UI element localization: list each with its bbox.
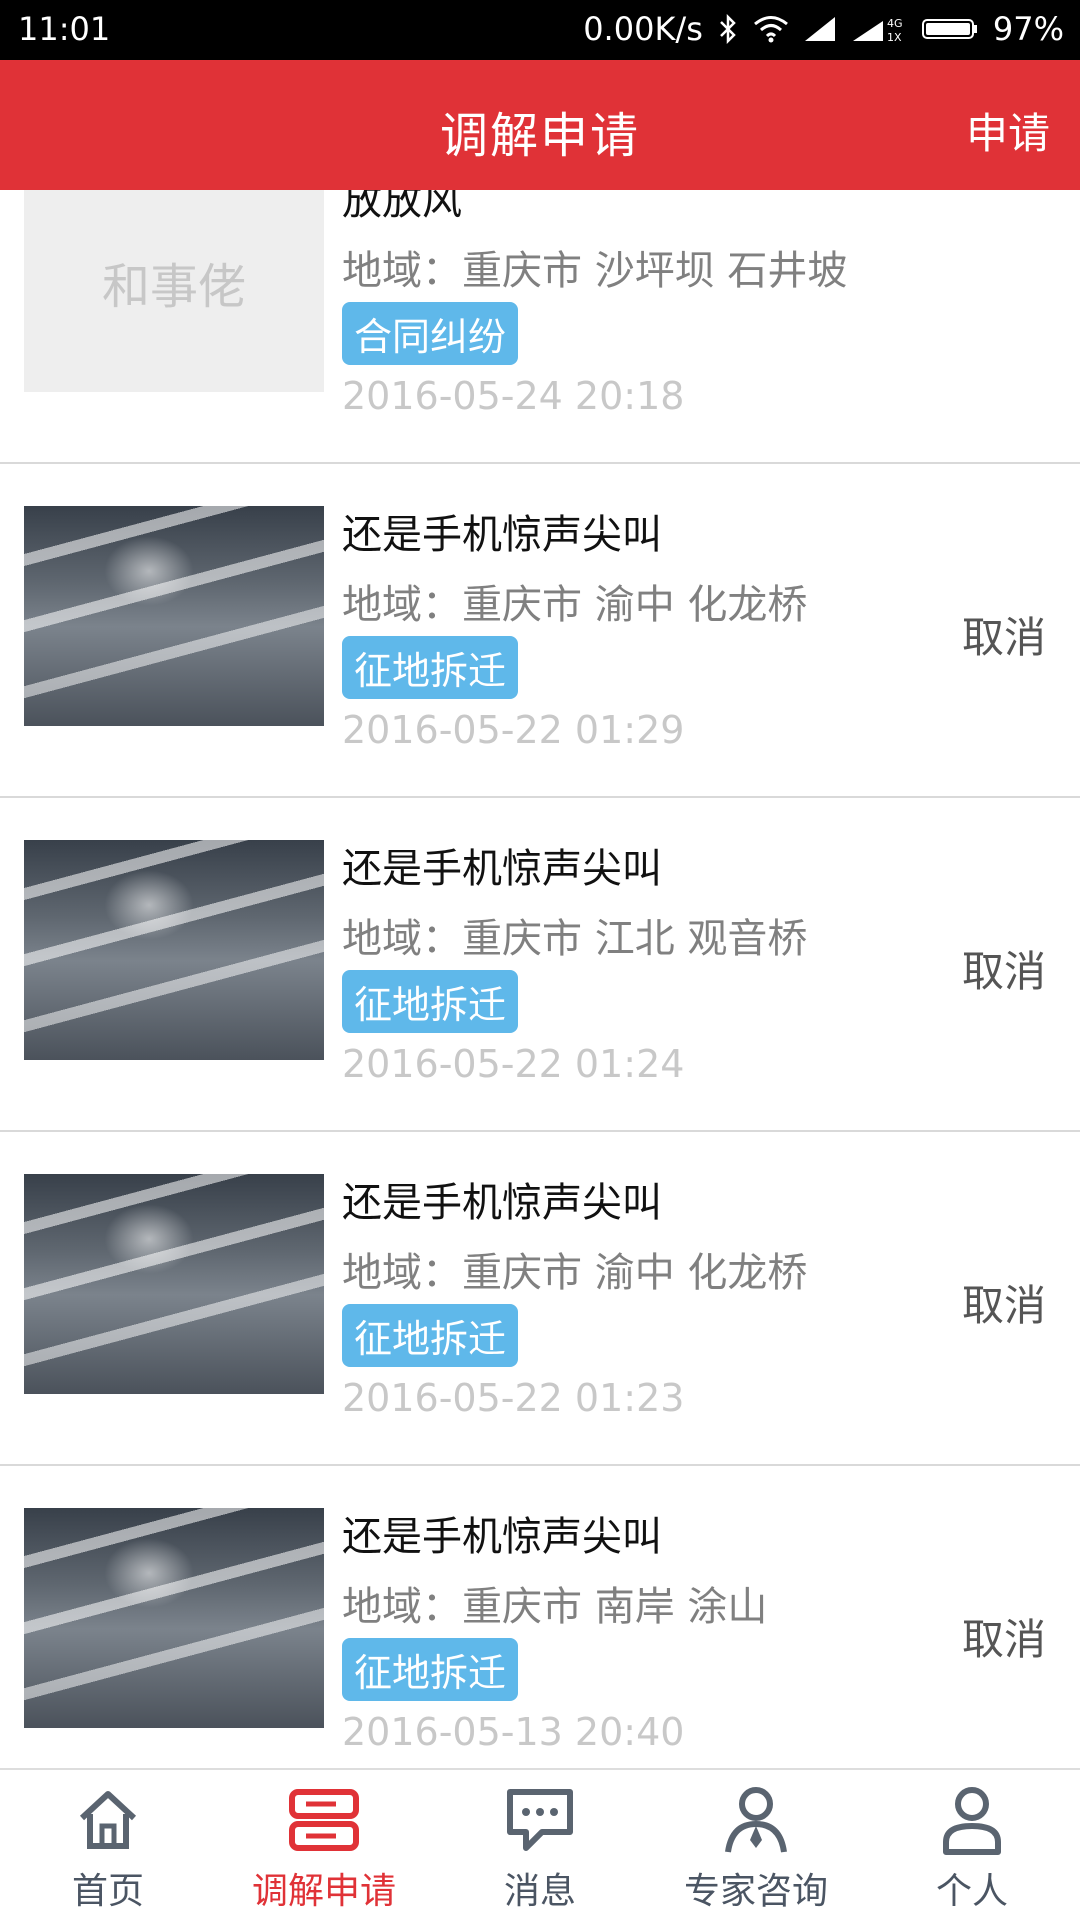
item-category-tag: 征地拆迁 — [342, 1304, 519, 1367]
tab-expert[interactable]: 专家咨询 — [648, 1770, 864, 1922]
tab-messages[interactable]: 消息 — [432, 1770, 648, 1922]
item-region: 地域：重庆市 江北 观音桥 — [342, 916, 808, 962]
mediation-list-content: 和事佬 放放风 地域：重庆市 沙坪坝 石井坡 合同纠纷 2016-05-24 2… — [0, 190, 1080, 1768]
tab-label: 消息 — [503, 1871, 576, 1912]
item-title: 还是手机惊声尖叫 — [342, 512, 662, 558]
item-region: 地域：重庆市 南岸 涂山 — [342, 1584, 768, 1630]
list-item[interactable]: 还是手机惊声尖叫 地域：重庆市 渝中 化龙桥 征地拆迁 2016-05-22 0… — [0, 464, 1080, 798]
mediation-icon — [286, 1784, 362, 1860]
item-thumbnail — [24, 1508, 324, 1728]
item-date: 2016-05-13 20:40 — [342, 1710, 685, 1754]
item-date: 2016-05-24 20:18 — [342, 374, 685, 418]
apply-button[interactable]: 申请 — [966, 100, 1050, 161]
tab-label: 专家咨询 — [683, 1871, 828, 1912]
item-thumbnail-placeholder: 和事佬 — [24, 190, 324, 392]
list-item[interactable]: 和事佬 放放风 地域：重庆市 沙坪坝 石井坡 合同纠纷 2016-05-24 2… — [0, 190, 1080, 464]
expert-icon — [718, 1784, 794, 1860]
item-date: 2016-05-22 01:24 — [342, 1042, 685, 1086]
tab-personal[interactable]: 个人 — [864, 1770, 1080, 1922]
item-region: 地域：重庆市 渝中 化龙桥 — [342, 1250, 808, 1296]
tab-label: 个人 — [935, 1871, 1008, 1912]
item-region: 地域：重庆市 渝中 化龙桥 — [342, 582, 808, 628]
net-speed: 0.00K/s — [583, 10, 703, 48]
item-category-tag: 征地拆迁 — [342, 636, 519, 699]
item-category-tag: 征地拆迁 — [342, 970, 519, 1033]
wifi-icon — [753, 15, 789, 43]
bluetooth-icon — [717, 14, 739, 44]
item-title: 放放风 — [342, 190, 462, 224]
tab-mediation[interactable]: 调解申请 — [216, 1770, 432, 1922]
cancel-button[interactable]: 取消 — [962, 938, 1046, 999]
home-icon — [72, 1784, 144, 1860]
tab-label: 首页 — [71, 1871, 144, 1912]
status-right: 0.00K/s 4G 1X 97% — [583, 10, 1064, 48]
title-bar: 调解申请 申请 — [0, 60, 1080, 190]
list-item[interactable]: 还是手机惊声尖叫 地域：重庆市 南岸 涂山 征地拆迁 2016-05-13 20… — [0, 1466, 1080, 1768]
item-date: 2016-05-22 01:29 — [342, 708, 685, 752]
placeholder-logo-text: 和事佬 — [101, 259, 246, 315]
battery-icon — [921, 15, 979, 43]
item-category-tag: 合同纠纷 — [342, 302, 519, 365]
item-thumbnail — [24, 840, 324, 1060]
4g-signal-icon: 4G 1X — [851, 15, 907, 43]
item-thumbnail — [24, 506, 324, 726]
message-icon — [502, 1784, 578, 1860]
status-time: 11:01 — [18, 10, 111, 48]
item-date: 2016-05-22 01:23 — [342, 1376, 685, 1420]
list-item[interactable]: 还是手机惊声尖叫 地域：重庆市 渝中 化龙桥 征地拆迁 2016-05-22 0… — [0, 1132, 1080, 1466]
item-title: 还是手机惊声尖叫 — [342, 1514, 662, 1560]
item-region: 地域：重庆市 沙坪坝 石井坡 — [342, 248, 848, 294]
item-title: 还是手机惊声尖叫 — [342, 846, 662, 892]
person-icon — [934, 1784, 1010, 1860]
item-category-tag: 征地拆迁 — [342, 1638, 519, 1701]
page-title: 调解申请 — [439, 108, 640, 164]
item-title: 还是手机惊声尖叫 — [342, 1180, 662, 1226]
cancel-button[interactable]: 取消 — [962, 604, 1046, 665]
cancel-button[interactable]: 取消 — [962, 1606, 1046, 1667]
tab-label: 调解申请 — [251, 1871, 396, 1912]
svg-text:4G: 4G — [887, 17, 903, 30]
mediation-list[interactable]: 和事佬 放放风 地域：重庆市 沙坪坝 石井坡 合同纠纷 2016-05-24 2… — [0, 190, 1080, 1768]
bottom-tab-bar: 首页 调解申请 消息 专家咨询 个人 — [0, 1768, 1080, 1922]
battery-percent: 97% — [992, 10, 1064, 48]
signal-icon — [803, 15, 837, 43]
tab-home[interactable]: 首页 — [0, 1770, 216, 1922]
status-bar: 11:01 0.00K/s 4G 1X 97% — [0, 0, 1080, 60]
item-thumbnail — [24, 1174, 324, 1394]
cancel-button[interactable]: 取消 — [962, 1272, 1046, 1333]
svg-text:1X: 1X — [887, 31, 902, 43]
list-item[interactable]: 还是手机惊声尖叫 地域：重庆市 江北 观音桥 征地拆迁 2016-05-22 0… — [0, 798, 1080, 1132]
